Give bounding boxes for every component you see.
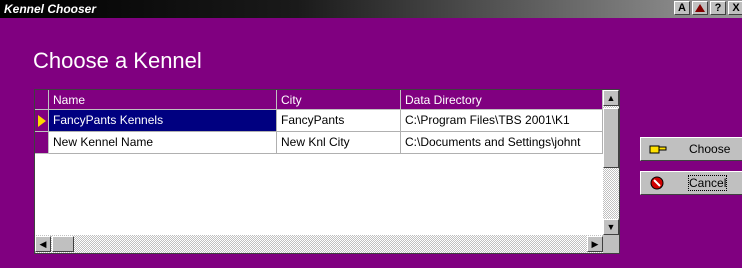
table-row-directory[interactable]: C:\Documents and Settings\johnt <box>401 132 603 154</box>
help-icon[interactable]: ? <box>710 1 726 15</box>
header-indicator-cell <box>35 90 49 110</box>
table-row-city[interactable]: FancyPants <box>277 110 401 132</box>
cancel-button[interactable]: Cancel <box>640 171 742 195</box>
row-indicator[interactable] <box>35 132 49 154</box>
vertical-scroll-thumb[interactable] <box>603 108 619 168</box>
cancel-button-label: Cancel <box>687 175 728 191</box>
table-row-city[interactable]: New Knl City <box>277 132 401 154</box>
scroll-left-icon[interactable]: ◀ <box>35 236 51 252</box>
choose-button-label: Choose <box>689 142 731 156</box>
scroll-right-icon[interactable]: ▶ <box>587 236 603 252</box>
column-header-data-directory[interactable]: Data Directory <box>401 90 603 110</box>
kennel-grid[interactable]: Name City Data Directory FancyPants Kenn… <box>34 89 620 254</box>
tool-icon[interactable] <box>692 1 708 15</box>
cancel-icon <box>650 176 664 190</box>
table-row-name[interactable]: New Kennel Name <box>49 132 277 154</box>
window-title: Kennel Chooser <box>4 2 97 16</box>
pointing-hand-icon <box>649 145 667 154</box>
table-row-directory[interactable]: C:\Program Files\TBS 2001\K1 <box>401 110 603 132</box>
column-header-name[interactable]: Name <box>49 90 277 110</box>
vertical-scrollbar[interactable]: ▲ ▼ <box>603 90 619 235</box>
row-indicator[interactable] <box>35 110 49 132</box>
close-icon[interactable]: X <box>728 1 742 15</box>
title-bar[interactable]: Kennel Chooser A ? X <box>0 0 742 18</box>
horizontal-scroll-thumb[interactable] <box>52 236 74 252</box>
font-icon[interactable]: A <box>674 1 690 15</box>
column-header-city[interactable]: City <box>277 90 401 110</box>
scroll-up-icon[interactable]: ▲ <box>603 90 619 106</box>
scrollbar-corner <box>603 235 619 253</box>
scroll-down-icon[interactable]: ▼ <box>603 219 619 235</box>
horizontal-scrollbar[interactable]: ◀ ▶ <box>35 235 603 253</box>
current-row-arrow-icon <box>38 115 46 127</box>
page-title: Choose a Kennel <box>33 48 202 73</box>
choose-button[interactable]: Choose <box>640 137 742 161</box>
table-row-name[interactable]: FancyPants Kennels <box>49 110 277 132</box>
kennel-chooser-window: Kennel Chooser A ? X Choose a Kennel Nam… <box>0 0 742 268</box>
